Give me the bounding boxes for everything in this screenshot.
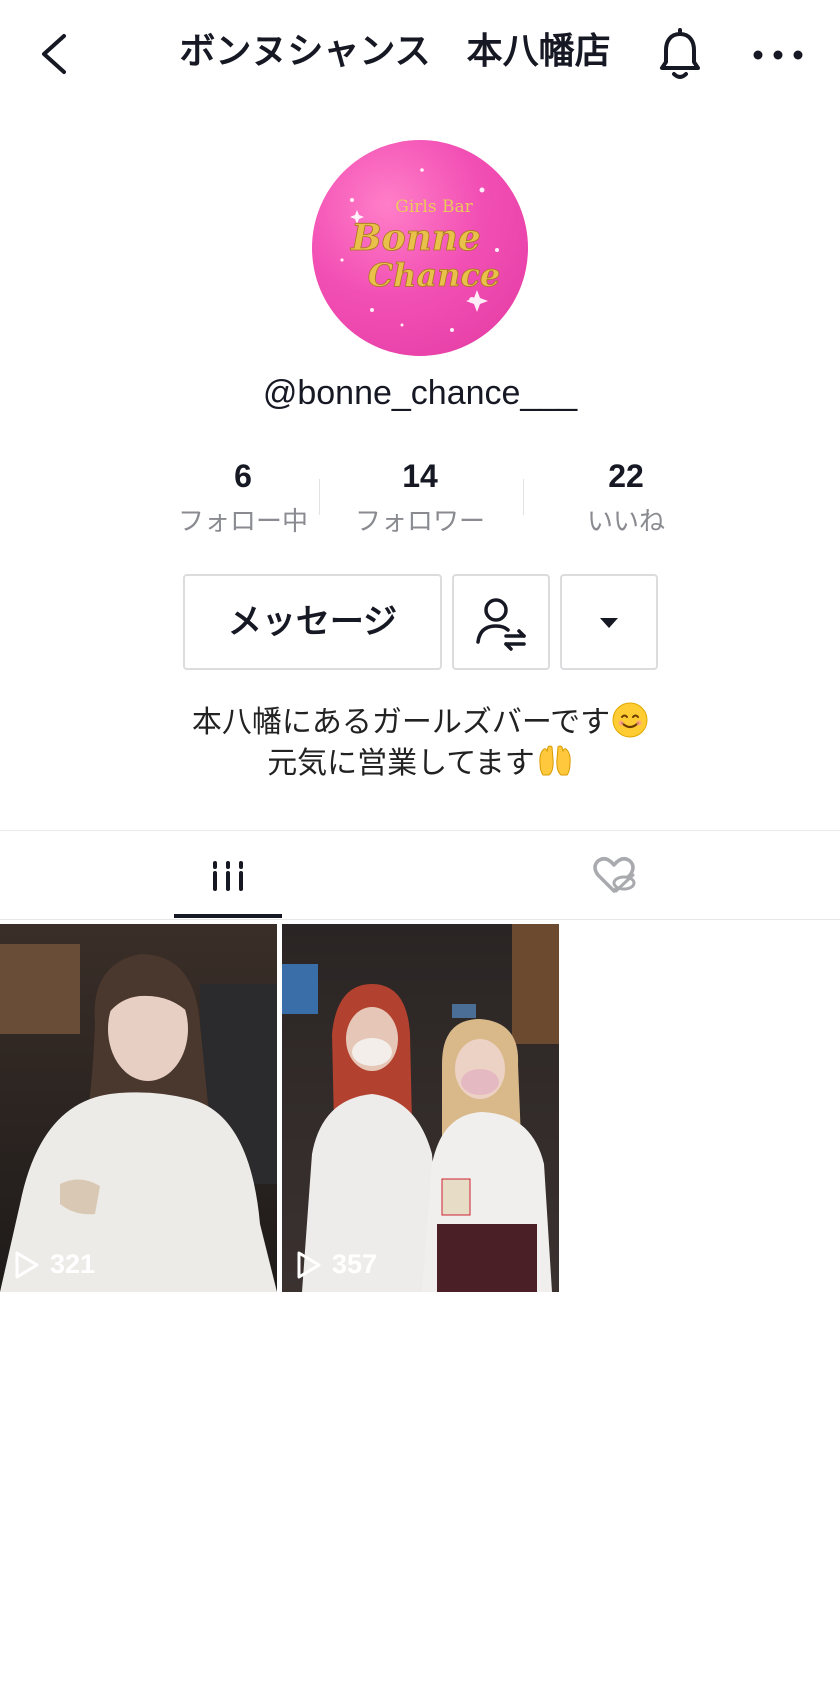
video-thumbnail[interactable]: 357 [282,924,559,1292]
play-icon [15,1251,39,1278]
view-count-value: 357 [332,1249,378,1279]
chevron-left-icon [42,34,66,74]
following-count: 6 [234,458,252,494]
page-title: ボンヌシャンス 本八幡店 [179,31,611,72]
more-options-button[interactable] [748,30,808,80]
bio-line-2: 元気に営業してます [0,743,840,784]
bonne-chance-logo: Girls Bar Bonne Chance [340,168,501,332]
top-bar: ボンヌシャンス 本八幡店 [0,0,840,110]
bell-icon [660,28,700,79]
tab-liked-videos[interactable] [560,831,668,921]
likes-label: いいね [586,507,665,537]
smiling-face-emoji-icon [612,702,648,738]
svg-text:Bonne: Bonne [350,217,481,259]
bio-text-2: 元気に営業してます [267,746,535,781]
stat-following[interactable]: 6 フォロー中 [143,455,343,538]
bio-text-1: 本八幡にあるガールズバーです [191,705,611,740]
grid-bars-icon [213,861,243,891]
followers-count: 14 [402,458,438,494]
active-tab-indicator [174,914,282,918]
svg-text:Girls Bar: Girls Bar [395,197,473,217]
stat-divider [523,479,524,515]
content-tabs [0,830,840,920]
back-button[interactable] [30,22,80,82]
profile-bio: 本八幡にあるガールズバーです 元気に営業してます [0,702,840,784]
svg-text:Chance: Chance [368,256,501,294]
stat-followers[interactable]: 14 フォロワー [320,455,520,538]
followers-label: フォロワー [354,507,485,537]
likes-count: 22 [608,458,644,494]
view-count: 321 [14,1249,95,1280]
bio-line-1: 本八幡にあるガールズバーです [0,702,840,743]
raised-hands-emoji-icon [539,745,571,776]
stat-likes[interactable]: 22 いいね [526,455,726,538]
follow-toggle-button[interactable] [452,574,550,670]
notification-button[interactable] [652,24,708,84]
tab-videos[interactable] [174,831,282,921]
more-dots-icon [753,50,803,60]
video-thumbnail[interactable]: 321 [0,924,277,1292]
message-button[interactable]: メッセージ [183,574,442,670]
profile-stats: 6 フォロー中 14 フォロワー 22 いいね [130,455,710,538]
play-icon [297,1251,321,1278]
view-count: 357 [296,1249,377,1280]
video-preview-image [0,924,277,1292]
following-label: フォロー中 [177,507,308,537]
profile-avatar[interactable]: Girls Bar Bonne Chance [312,140,528,356]
hidden-heart-icon [593,857,636,893]
user-switch-icon [476,598,526,651]
username: @bonne_chance___ [262,374,578,412]
view-count-value: 321 [50,1249,96,1279]
triangle-down-icon [600,618,618,628]
more-actions-button[interactable] [560,574,658,670]
video-preview-image [282,924,559,1292]
